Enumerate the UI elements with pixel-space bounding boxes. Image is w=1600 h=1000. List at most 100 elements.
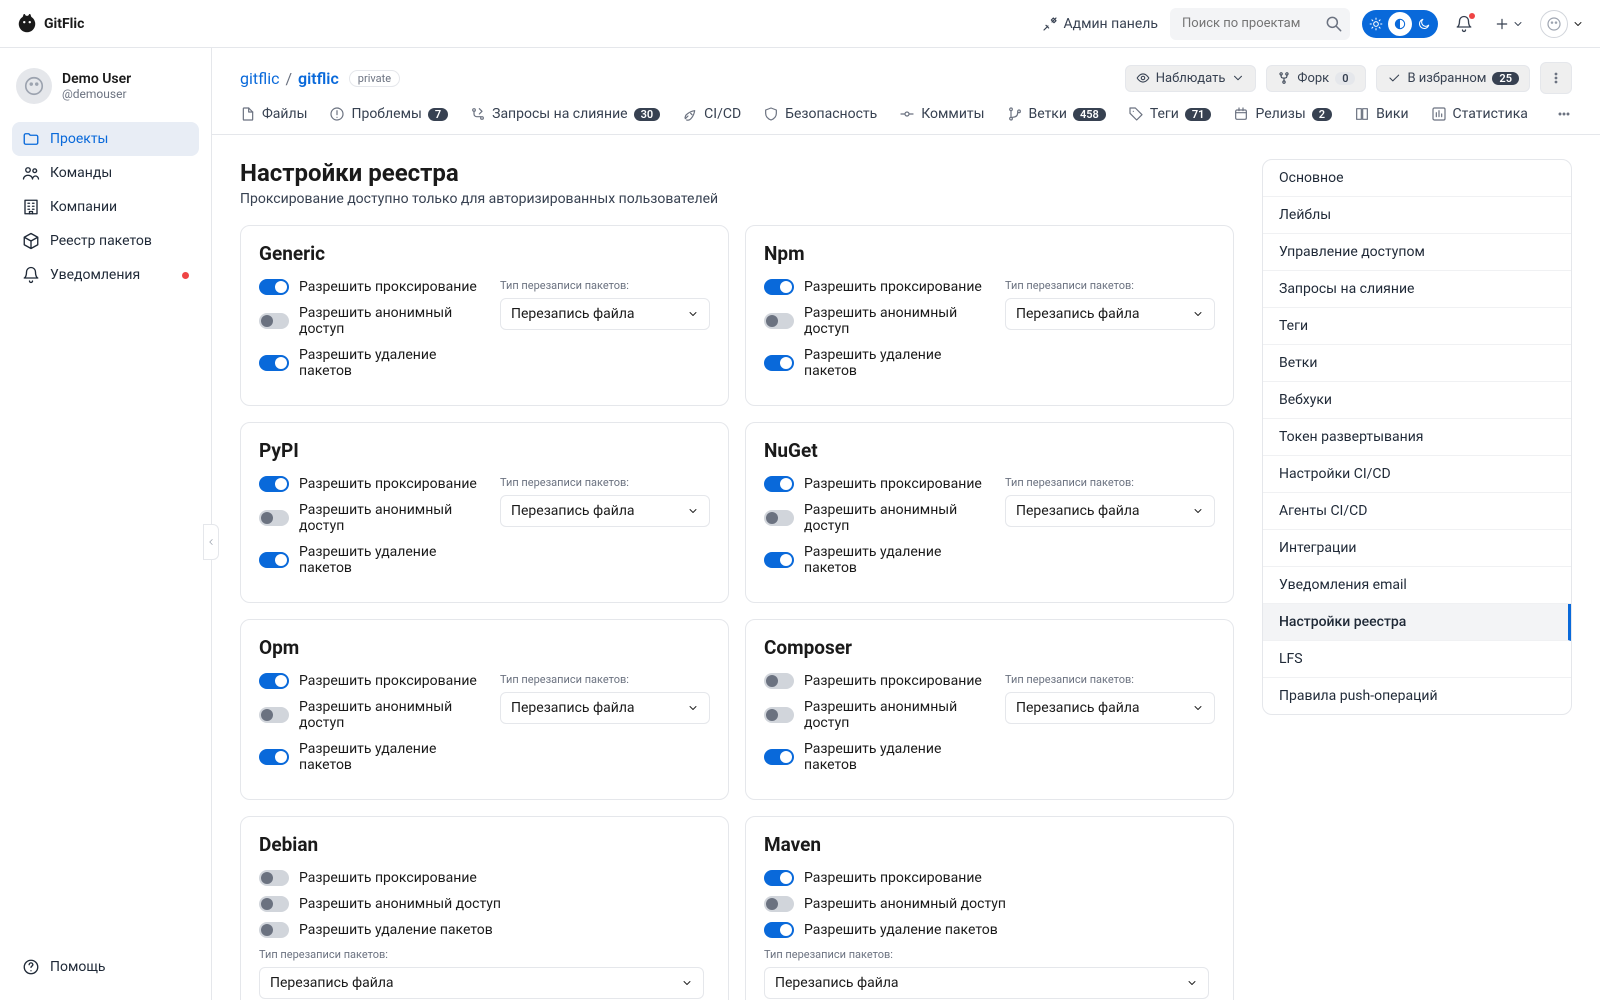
settings-side-item[interactable]: Ветки (1263, 345, 1571, 382)
toggle[interactable] (764, 870, 794, 886)
toggle[interactable] (259, 896, 289, 912)
sidebar-item-notifications[interactable]: Уведомления (12, 258, 199, 292)
search-input[interactable] (1170, 8, 1350, 40)
registry-card-debian: Debian Разрешить проксирование Разрешить… (240, 816, 729, 1000)
toggle[interactable] (764, 673, 794, 689)
delete-toggle-row: Разрешить удаление пакетов (259, 741, 480, 773)
rewrite-select[interactable]: Перезапись файла (259, 967, 704, 999)
settings-side-item[interactable]: Теги (1263, 308, 1571, 345)
settings-side-item[interactable]: Токен развертывания (1263, 419, 1571, 456)
help-icon (22, 958, 40, 976)
toggle[interactable] (259, 922, 289, 938)
settings-side-item[interactable]: Основное (1263, 160, 1571, 197)
rewrite-select[interactable]: Перезапись файла (1005, 692, 1215, 724)
rewrite-select[interactable]: Перезапись файла (500, 495, 710, 527)
rewrite-select[interactable]: Перезапись файла (500, 692, 710, 724)
tab-cicd[interactable]: CI/CD (682, 106, 741, 134)
user-avatar-icon (16, 68, 52, 104)
visibility-badge: private (349, 70, 400, 87)
rewrite-select[interactable]: Перезапись файла (1005, 495, 1215, 527)
tab-stats[interactable]: Статистика (1431, 106, 1528, 134)
sidebar-item-registry[interactable]: Реестр пакетов (12, 224, 199, 258)
tab-tags[interactable]: Теги71 (1128, 106, 1212, 134)
toggle[interactable] (764, 476, 794, 492)
logo[interactable]: GitFlic (16, 13, 84, 35)
toggle[interactable] (259, 673, 289, 689)
tab-branches[interactable]: Ветки458 (1007, 106, 1106, 134)
settings-side-item[interactable]: Управление доступом (1263, 234, 1571, 271)
toggle[interactable] (764, 355, 794, 371)
user-handle: @demouser (62, 87, 131, 101)
tab-commits[interactable]: Коммиты (899, 106, 984, 134)
notification-dot (1469, 13, 1475, 19)
card-title: PyPI (259, 439, 710, 462)
tab-security[interactable]: Безопасность (763, 106, 877, 134)
settings-side-item[interactable]: Интеграции (1263, 530, 1571, 567)
theme-auto[interactable] (1364, 12, 1388, 36)
toggle[interactable] (764, 313, 794, 329)
repo-tabs: Файлы Проблемы7 Запросы на слияние30 CI/… (212, 94, 1600, 135)
tabs-more[interactable] (1556, 106, 1572, 134)
settings-side-item[interactable]: Запросы на слияние (1263, 271, 1571, 308)
create-menu[interactable] (1490, 16, 1528, 32)
more-actions-button[interactable] (1540, 62, 1572, 94)
sidebar-user[interactable]: Demo User @demouser (12, 64, 199, 122)
toggle[interactable] (259, 510, 289, 526)
settings-side-item[interactable]: Настройки реестра (1263, 604, 1571, 641)
fork-button[interactable]: Форк 0 (1266, 65, 1366, 92)
help-link[interactable]: Помощь (12, 950, 199, 984)
toggle[interactable] (259, 476, 289, 492)
toggle[interactable] (259, 313, 289, 329)
settings-side-item[interactable]: Уведомления email (1263, 567, 1571, 604)
tab-files[interactable]: Файлы (240, 106, 307, 134)
settings-side-item[interactable]: Вебхуки (1263, 382, 1571, 419)
sidebar-item-teams[interactable]: Команды (12, 156, 199, 190)
chevron-down-icon (687, 505, 699, 517)
settings-side-item[interactable]: Агенты CI/CD (1263, 493, 1571, 530)
search-icon[interactable] (1324, 14, 1344, 34)
settings-side-item[interactable]: LFS (1263, 641, 1571, 678)
bell-icon (22, 266, 40, 284)
toggle[interactable] (764, 279, 794, 295)
tab-merge-requests[interactable]: Запросы на слияние30 (470, 106, 660, 134)
toggle[interactable] (259, 279, 289, 295)
breadcrumb-repo[interactable]: gitflic (298, 69, 339, 88)
toggle[interactable] (764, 896, 794, 912)
toggle[interactable] (259, 749, 289, 765)
sidebar-item-companies[interactable]: Компании (12, 190, 199, 224)
select-label: Тип перезаписи пакетов: (1005, 673, 1215, 686)
theme-light[interactable] (1388, 12, 1412, 36)
admin-panel-link[interactable]: Админ панель (1042, 16, 1158, 32)
rewrite-select[interactable]: Перезапись файла (500, 298, 710, 330)
rewrite-select[interactable]: Перезапись файла (1005, 298, 1215, 330)
proxy-toggle-row: Разрешить проксирование (259, 870, 710, 886)
toggle[interactable] (764, 552, 794, 568)
user-menu[interactable] (1540, 10, 1584, 38)
tab-wiki[interactable]: Вики (1354, 106, 1408, 134)
select-label: Тип перезаписи пакетов: (1005, 476, 1215, 489)
select-label: Тип перезаписи пакетов: (500, 476, 710, 489)
settings-side-item[interactable]: Лейблы (1263, 197, 1571, 234)
toggle[interactable] (259, 870, 289, 886)
toggle[interactable] (764, 707, 794, 723)
settings-side-item[interactable]: Настройки CI/CD (1263, 456, 1571, 493)
proxy-toggle-row: Разрешить проксирование (259, 279, 480, 295)
theme-dark[interactable] (1412, 12, 1436, 36)
delete-toggle-row: Разрешить удаление пакетов (764, 347, 985, 379)
toggle[interactable] (259, 552, 289, 568)
rewrite-select[interactable]: Перезапись файла (764, 967, 1209, 999)
toggle[interactable] (764, 749, 794, 765)
star-button[interactable]: В избранном 25 (1376, 65, 1530, 92)
tab-issues[interactable]: Проблемы7 (329, 106, 448, 134)
toggle[interactable] (764, 510, 794, 526)
breadcrumb-owner[interactable]: gitflic (240, 69, 279, 88)
settings-side-item[interactable]: Правила push-операций (1263, 678, 1571, 714)
toggle[interactable] (764, 922, 794, 938)
proxy-toggle-row: Разрешить проксирование (764, 476, 985, 492)
toggle[interactable] (259, 707, 289, 723)
tab-releases[interactable]: Релизы2 (1233, 106, 1332, 134)
watch-button[interactable]: Наблюдать (1125, 65, 1257, 92)
toggle[interactable] (259, 355, 289, 371)
notifications-button[interactable] (1450, 10, 1478, 38)
sidebar-item-projects[interactable]: Проекты (12, 122, 199, 156)
